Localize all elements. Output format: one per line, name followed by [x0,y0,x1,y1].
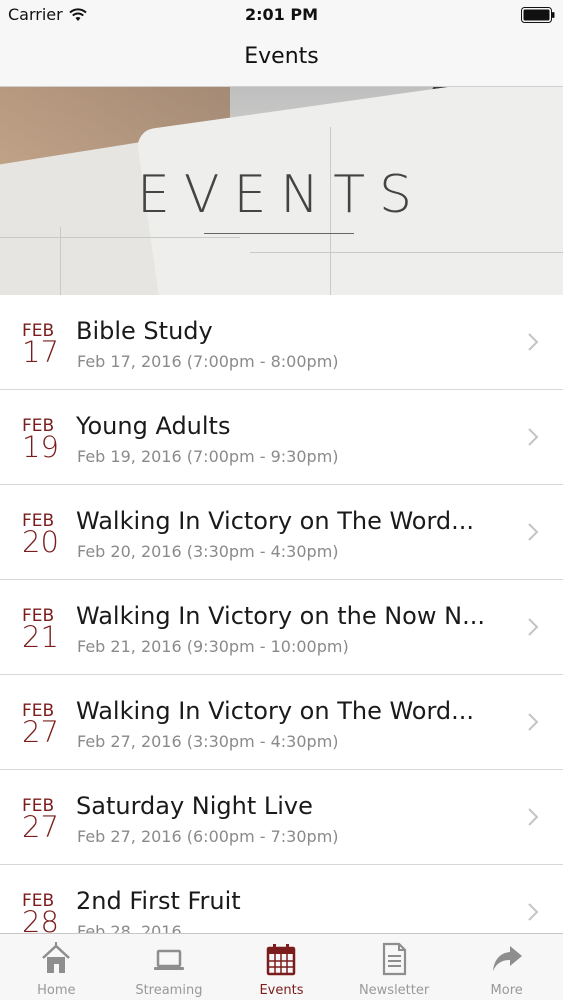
hero-title: EVENTS [137,165,426,225]
event-datetime: Feb 27, 2016 (6:00pm - 7:30pm) [77,827,339,846]
hero-grid-line [0,237,240,238]
event-title: Walking In Victory on The Word... [76,697,475,725]
share-arrow-icon [492,946,522,971]
navigation-bar: Events [0,30,563,87]
events-list: FEB 17 Bible Study Feb 17, 2016 (7:00pm … [0,295,563,933]
tab-home[interactable]: Home [0,934,113,1000]
tab-label: Streaming [135,983,203,998]
document-icon [382,942,407,976]
event-row[interactable]: FEB 20 Walking In Victory on The Word...… [0,485,563,580]
battery-icon [521,7,555,23]
event-datetime: Feb 17, 2016 (7:00pm - 8:00pm) [77,352,339,371]
chevron-right-icon [528,713,539,731]
event-title: Bible Study [76,317,213,345]
event-row[interactable]: FEB 27 Walking In Victory on The Word...… [0,675,563,770]
status-time: 2:01 PM [244,5,318,24]
chevron-right-icon [528,903,539,921]
event-row[interactable]: FEB 19 Young Adults Feb 19, 2016 (7:00pm… [0,390,563,485]
status-bar: Carrier 2:01 PM [0,0,563,30]
event-title: Young Adults [76,412,231,440]
chevron-right-icon [528,523,539,541]
page-title: Events [244,44,319,69]
tab-events[interactable]: Events [225,934,338,1000]
event-day: 19 [22,430,59,464]
tab-label: Newsletter [358,983,430,998]
event-title: Saturday Night Live [76,792,313,820]
hero-title-underline [204,233,354,234]
event-day: 20 [22,525,59,559]
event-datetime: Feb 28, 2016 [77,922,182,933]
event-datetime: Feb 19, 2016 (7:00pm - 9:30pm) [77,447,339,466]
event-day: 27 [22,810,59,844]
home-icon [42,942,71,973]
tab-newsletter[interactable]: Newsletter [338,934,451,1000]
event-day: 28 [22,905,59,933]
tab-label: More [490,983,523,998]
event-row[interactable]: FEB 17 Bible Study Feb 17, 2016 (7:00pm … [0,295,563,390]
event-day: 27 [22,715,59,749]
hero-grid-line [250,252,563,253]
events-hero-banner: EVENTS [0,87,563,295]
tab-label: Home [37,983,76,998]
event-title: 2nd First Fruit [76,887,241,915]
tab-label: Events [259,983,304,998]
event-day: 17 [22,335,59,369]
calendar-icon [267,944,296,976]
chevron-right-icon [528,808,539,826]
chevron-right-icon [528,333,539,351]
chevron-right-icon [528,618,539,636]
event-title: Walking In Victory on The Word... [76,507,475,535]
event-title: Walking In Victory on the Now N... [76,602,485,630]
event-day: 21 [22,620,59,654]
event-datetime: Feb 27, 2016 (3:30pm - 4:30pm) [77,732,339,751]
event-datetime: Feb 21, 2016 (9:30pm - 10:00pm) [77,637,349,656]
chevron-right-icon [528,428,539,446]
event-row[interactable]: FEB 21 Walking In Victory on the Now N..… [0,580,563,675]
event-row[interactable]: FEB 27 Saturday Night Live Feb 27, 2016 … [0,770,563,865]
tab-streaming[interactable]: Streaming [113,934,226,1000]
laptop-icon [153,949,184,970]
event-datetime: Feb 20, 2016 (3:30pm - 4:30pm) [77,542,339,561]
event-row[interactable]: FEB 28 2nd First Fruit Feb 28, 2016 [0,865,563,933]
tab-bar: Home Streaming Events Newsletter More [0,933,563,1000]
tab-more[interactable]: More [450,934,563,1000]
